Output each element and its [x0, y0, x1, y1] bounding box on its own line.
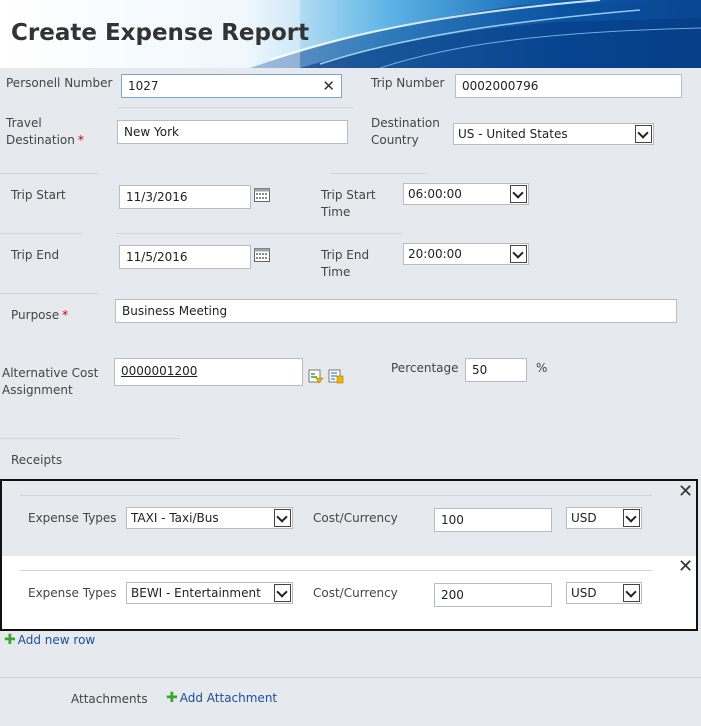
calendar-icon[interactable]	[254, 248, 270, 262]
chevron-down-icon	[274, 509, 291, 527]
close-icon[interactable]: ✕	[322, 75, 335, 97]
trip-end-time-value: 20:00:00	[408, 247, 462, 261]
close-icon[interactable]: ✕	[678, 483, 693, 501]
travel-destination-label: Travel Destination *	[6, 116, 84, 147]
travel-destination-input[interactable]: New York	[117, 120, 348, 144]
personnel-number-value: 1027	[128, 79, 159, 93]
trip-start-input[interactable]: 11/3/2016	[119, 185, 251, 209]
cost-currency-label: Cost/Currency	[313, 511, 398, 525]
add-attachment-label: Add Attachment	[179, 691, 278, 705]
divider	[20, 495, 652, 496]
trip-end-label: Trip End	[11, 248, 60, 262]
purpose-label: Purpose *	[11, 308, 69, 322]
destination-country-label: Destination Country	[371, 116, 440, 147]
currency-value: USD	[571, 511, 597, 525]
divider	[0, 677, 701, 678]
plus-icon: ✚	[166, 690, 178, 706]
trip-number-field[interactable]: 0002000796	[455, 74, 682, 98]
amount-input[interactable]: 200	[434, 583, 552, 607]
currency-value: USD	[571, 586, 597, 600]
assign-icon[interactable]	[308, 368, 324, 384]
trip-start-time-value: 06:00:00	[408, 187, 462, 201]
chevron-down-icon	[274, 584, 291, 602]
personnel-number-input[interactable]: 1027 ✕	[121, 74, 342, 98]
divider	[118, 107, 353, 108]
attachments-label: Attachments	[71, 692, 148, 706]
lookup-icon[interactable]	[328, 368, 344, 384]
trip-end-time-label: Trip End Time	[321, 248, 370, 279]
trip-start-label: Trip Start	[11, 188, 66, 202]
amount-input[interactable]: 100	[434, 508, 552, 532]
divider	[0, 173, 98, 174]
receipt-row: ✕ Expense Types BEWI - Entertainment Cos…	[2, 556, 696, 629]
trip-start-time-label: Trip Start Time	[321, 188, 376, 219]
currency-select[interactable]: USD	[566, 582, 642, 604]
destination-country-select[interactable]: US - United States	[453, 123, 654, 145]
required-marker: *	[62, 308, 69, 322]
chevron-down-icon	[510, 185, 527, 203]
trip-number-label: Trip Number	[371, 76, 445, 90]
add-attachment-button[interactable]: ✚ Add Attachment	[166, 690, 277, 706]
percentage-label: Percentage	[391, 361, 459, 375]
alt-cost-label: Alternative Cost Assignment	[2, 366, 99, 397]
expense-type-select[interactable]: BEWI - Entertainment	[126, 582, 293, 604]
page-title: Create Expense Report	[11, 20, 310, 46]
destination-country-value: US - United States	[458, 127, 568, 141]
calendar-icon[interactable]	[254, 188, 270, 202]
cost-currency-label: Cost/Currency	[313, 586, 398, 600]
divider	[116, 233, 402, 234]
chevron-down-icon	[635, 125, 652, 143]
expense-type-label: Expense Types	[28, 586, 117, 600]
personnel-number-label: Personell Number	[6, 76, 113, 90]
divider	[0, 233, 82, 234]
add-row-label: Add new row	[17, 633, 96, 647]
expense-type-value: TAXI - Taxi/Bus	[131, 511, 219, 525]
trip-end-time-select[interactable]: 20:00:00	[403, 243, 529, 265]
required-marker: *	[77, 133, 84, 147]
add-row-button[interactable]: ✚ Add new row	[4, 632, 95, 648]
expense-type-label: Expense Types	[28, 511, 117, 525]
trip-end-input[interactable]: 11/5/2016	[119, 245, 251, 269]
divider	[0, 438, 180, 439]
chevron-down-icon	[510, 245, 527, 263]
expense-type-value: BEWI - Entertainment	[131, 586, 261, 600]
receipts-label: Receipts	[11, 453, 63, 467]
chevron-down-icon	[623, 584, 640, 602]
purpose-input[interactable]: Business Meeting	[115, 299, 677, 323]
percentage-unit: %	[536, 361, 548, 375]
page-header: Create Expense Report	[0, 0, 701, 68]
divider	[0, 293, 98, 294]
expense-type-select[interactable]: TAXI - Taxi/Bus	[126, 507, 293, 529]
currency-select[interactable]: USD	[566, 507, 642, 529]
plus-icon: ✚	[4, 632, 16, 648]
divider	[20, 570, 652, 571]
trip-start-time-select[interactable]: 06:00:00	[403, 183, 529, 205]
close-icon[interactable]: ✕	[678, 558, 693, 576]
alt-cost-input[interactable]: 0000001200	[114, 358, 303, 386]
receipt-row: ✕ Expense Types TAXI - Taxi/Bus Cost/Cur…	[2, 481, 696, 554]
receipts-table: ✕ Expense Types TAXI - Taxi/Bus Cost/Cur…	[0, 479, 698, 631]
divider	[330, 173, 428, 174]
alt-cost-value: 0000001200	[121, 364, 198, 378]
percentage-input[interactable]: 50	[465, 358, 527, 382]
chevron-down-icon	[623, 509, 640, 527]
